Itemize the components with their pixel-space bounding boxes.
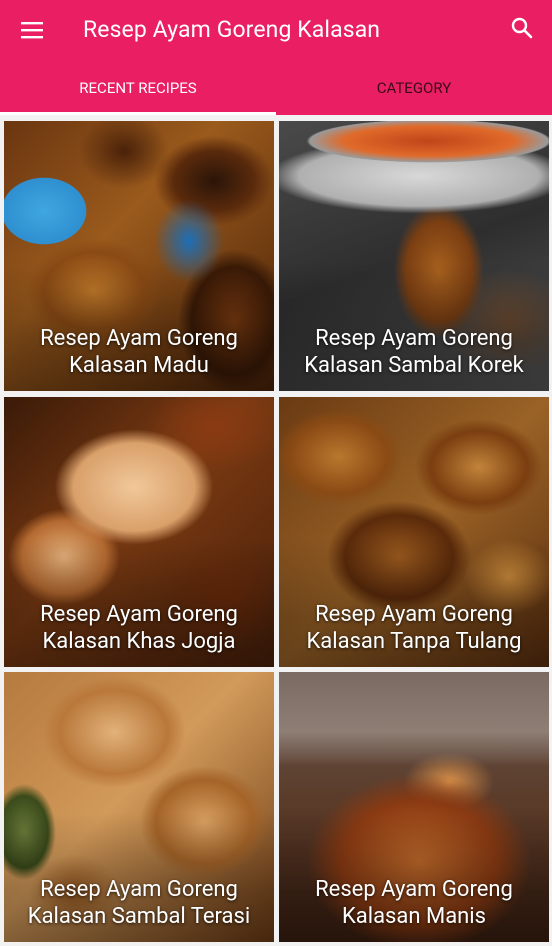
recipe-title: Resep Ayam Goreng Kalasan Sambal Terasi [27,877,251,929]
tab-label: CATEGORY [376,79,452,97]
toolbar: Resep Ayam Goreng Kalasan [0,0,552,60]
menu-button[interactable] [10,8,54,52]
recipe-card[interactable]: Resep Ayam Goreng Kalasan Khas Jogja [4,397,274,667]
recipe-card[interactable]: Resep Ayam Goreng Kalasan Sambal Terasi [4,672,274,942]
search-icon [511,17,533,39]
tab-bar: RECENT RECIPES CATEGORY [0,62,552,116]
recipe-card[interactable]: Resep Ayam Goreng Kalasan Manis [279,672,549,942]
recipe-title: Resep Ayam Goreng Kalasan Khas Jogja [40,602,238,654]
recipe-card[interactable]: Resep Ayam Goreng Kalasan Tanpa Tulang [279,397,549,667]
tab-category[interactable]: CATEGORY [276,62,552,115]
recipe-title: Resep Ayam Goreng Kalasan Madu [40,326,238,378]
tab-label: RECENT RECIPES [79,79,197,97]
recipe-title: Resep Ayam Goreng Kalasan Tanpa Tulang [306,602,522,654]
app-bar: Resep Ayam Goreng Kalasan RECENT RECIPES… [0,0,552,116]
app-title: Resep Ayam Goreng Kalasan [83,16,381,43]
hamburger-menu-icon [21,22,43,39]
search-button[interactable] [500,6,544,50]
recipe-card[interactable]: Resep Ayam Goreng Kalasan Sambal Korek [279,121,549,391]
recipe-title: Resep Ayam Goreng Kalasan Manis [315,877,513,929]
recipe-card[interactable]: Resep Ayam Goreng Kalasan Madu [4,121,274,391]
recipe-title: Resep Ayam Goreng Kalasan Sambal Korek [304,326,524,378]
tab-recent-recipes[interactable]: RECENT RECIPES [0,62,276,116]
